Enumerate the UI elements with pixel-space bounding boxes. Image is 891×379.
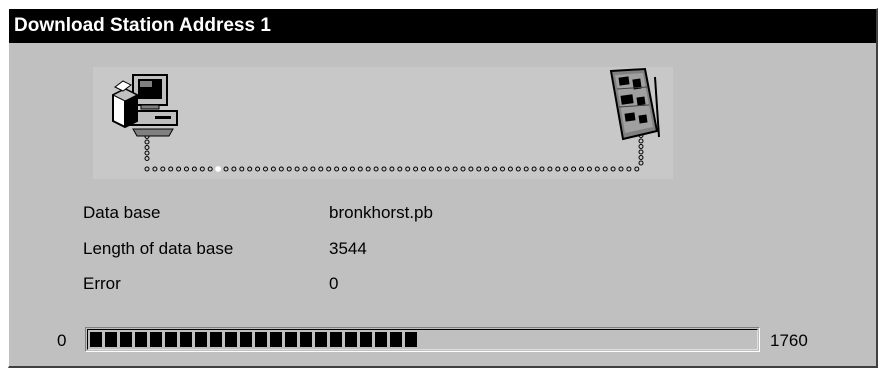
progress-block xyxy=(270,332,282,347)
circuit-board-icon xyxy=(609,67,660,141)
progress-block xyxy=(210,332,222,347)
download-dialog: Download Station Address 1 Data base bro… xyxy=(8,8,878,368)
progress-block xyxy=(165,332,177,347)
transfer-diagram xyxy=(93,67,673,179)
progress-block xyxy=(405,332,417,347)
error-value: 0 xyxy=(329,274,339,293)
progress-block xyxy=(360,332,372,347)
database-length-value: 3544 xyxy=(329,239,367,258)
error-label: Error xyxy=(83,274,121,293)
progress-block xyxy=(120,332,132,347)
database-length-label: Length of data base xyxy=(83,239,234,258)
progress-block xyxy=(390,332,402,347)
progress-block xyxy=(345,332,357,347)
database-value: bronkhorst.pb xyxy=(329,203,433,222)
progress-block xyxy=(105,332,117,347)
progress-block xyxy=(90,332,102,347)
window-title: Download Station Address 1 xyxy=(14,15,271,36)
progress-min-label: 0 xyxy=(57,331,67,350)
progress-block xyxy=(300,332,312,347)
progress-block xyxy=(240,332,252,347)
progress-block xyxy=(315,332,327,347)
progress-block xyxy=(150,332,162,347)
progress-block xyxy=(285,332,297,347)
progress-block xyxy=(255,332,267,347)
title-bar[interactable]: Download Station Address 1 xyxy=(9,9,876,43)
computer-with-box-icon xyxy=(111,74,178,137)
progress-max-label: 1760 xyxy=(770,331,808,350)
progress-block xyxy=(135,332,147,347)
progress-block xyxy=(225,332,237,347)
progress-block xyxy=(195,332,207,347)
download-progress-bar xyxy=(85,327,760,352)
progress-block xyxy=(330,332,342,347)
database-label: Data base xyxy=(83,203,161,222)
progress-block xyxy=(180,332,192,347)
progress-block xyxy=(375,332,387,347)
